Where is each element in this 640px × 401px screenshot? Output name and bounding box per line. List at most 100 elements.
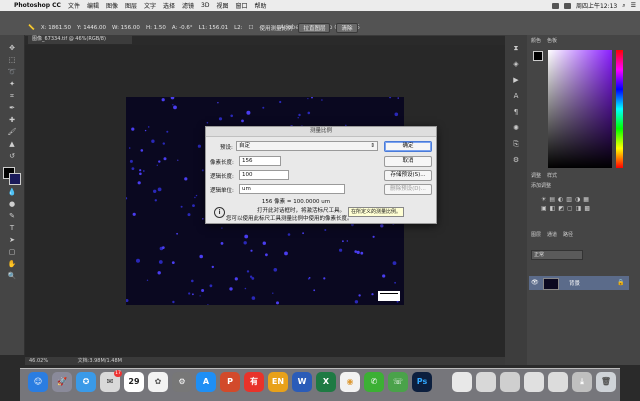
pen-tool-icon[interactable]: ✎ (4, 211, 20, 221)
logical-units-input[interactable]: um (239, 184, 345, 194)
photoshop-icon[interactable]: Ps (412, 372, 432, 392)
move-tool-icon[interactable]: ✥ (4, 43, 20, 53)
speckle (218, 117, 223, 121)
finder-icon[interactable]: ☺ (28, 372, 48, 392)
save-preset-button[interactable]: 存储预设(S)... (384, 170, 432, 181)
menu-edit[interactable]: 编辑 (87, 1, 99, 10)
eye-icon[interactable]: 👁 (531, 279, 539, 286)
history-panel-icon[interactable]: ⧗ (508, 43, 524, 53)
word-icon[interactable]: W (292, 372, 312, 392)
youdao-icon[interactable]: 有 (244, 372, 264, 392)
history-brush-tool-icon[interactable]: ↺ (4, 151, 20, 161)
dock-window-thumb-5[interactable] (548, 372, 568, 392)
zoom-tool-icon[interactable]: 🔍 (4, 271, 20, 281)
menubar-clock[interactable]: 周四上午12:13 (576, 1, 617, 10)
tab-color[interactable]: 颜色 (531, 37, 541, 45)
calendar-icon[interactable]: 29 (124, 372, 144, 392)
adjustment-icons-grid[interactable]: ☀▤◐▥◑▦ ▣◧◩▢◨▩ (541, 195, 611, 223)
actions-panel-icon[interactable]: ▶ (508, 75, 524, 85)
cancel-button[interactable]: 取消 (384, 156, 432, 167)
background-color-swatch[interactable] (9, 173, 21, 185)
menu-filter[interactable]: 滤镜 (182, 1, 194, 10)
zoom-level[interactable]: 46.02% (29, 358, 48, 364)
tool-presets-panel-icon[interactable]: ⚙ (508, 155, 524, 165)
clear-button[interactable]: 清除 (336, 23, 358, 33)
type-tool-icon[interactable]: T (4, 223, 20, 233)
trash-icon[interactable]: 🗑 (596, 372, 616, 392)
tab-styles[interactable]: 样式 (547, 172, 557, 180)
marquee-tool-icon[interactable]: ⬚ (4, 55, 20, 65)
powerpoint-icon[interactable]: P (220, 372, 240, 392)
dock-window-thumb-2[interactable] (476, 372, 496, 392)
dodge-tool-icon[interactable]: ● (4, 199, 20, 209)
blend-mode-select[interactable]: 正常 (531, 250, 583, 260)
lasso-tool-icon[interactable]: ➰ (4, 67, 20, 77)
properties-panel-icon[interactable]: ◈ (508, 59, 524, 69)
crop-tool-icon[interactable]: ⌗ (4, 91, 20, 101)
healing-brush-tool-icon[interactable]: ✚ (4, 115, 20, 125)
readout-l1: L1: 156.01 (198, 25, 229, 31)
photos-icon[interactable]: ✿ (148, 372, 168, 392)
hue-slider[interactable] (616, 50, 623, 168)
excel-icon[interactable]: X (316, 372, 336, 392)
brush-panel-icon[interactable]: ✺ (508, 123, 524, 133)
ok-button[interactable]: 确定 (384, 141, 432, 152)
preset-select[interactable]: 自定 ⇕ (236, 141, 378, 151)
clone-source-panel-icon[interactable]: ⎘ (508, 139, 524, 149)
menu-select[interactable]: 选择 (163, 1, 175, 10)
color-picker-field[interactable] (548, 50, 612, 168)
menu-help[interactable]: 帮助 (255, 1, 267, 10)
app-store-icon[interactable]: A (196, 372, 216, 392)
tab-paths[interactable]: 路径 (563, 231, 573, 239)
menu-layer[interactable]: 图层 (125, 1, 137, 10)
en-dictionary-icon[interactable]: EN (268, 372, 288, 392)
pixel-length-input[interactable]: 156 (239, 156, 281, 166)
wechat-icon[interactable]: ✆ (364, 372, 384, 392)
panel-icon-strip: ⧗ ◈ ▶ A ¶ ✺ ⎘ ⚙ (505, 35, 527, 365)
logical-length-input[interactable]: 100 (239, 170, 289, 180)
straighten-layer-button[interactable]: 拉直图层 (298, 23, 331, 33)
eyedropper-tool-icon[interactable]: ✒ (4, 103, 20, 113)
character-panel-icon[interactable]: A (508, 91, 524, 101)
document-tab[interactable]: 图像_67334.tif @ 46%(RGB/8) (28, 35, 132, 44)
menu-file[interactable]: 文件 (68, 1, 80, 10)
menu-type[interactable]: 文字 (144, 1, 156, 10)
menu-view[interactable]: 视图 (216, 1, 228, 10)
battery-icon[interactable] (563, 2, 571, 9)
brush-tool-icon[interactable]: 🖌 (4, 127, 20, 137)
menu-3d[interactable]: 3D (201, 2, 209, 9)
dock-window-thumb-1[interactable] (452, 372, 472, 392)
speckle (137, 181, 141, 185)
blur-tool-icon[interactable]: 💧 (4, 187, 20, 197)
tab-adjustments[interactable]: 调整 (531, 172, 541, 180)
messages-icon[interactable]: ☏ (388, 372, 408, 392)
launchpad-icon[interactable]: 🚀 (52, 372, 72, 392)
delete-preset-button[interactable]: 删除预设(D)... (384, 184, 432, 195)
menu-list-icon[interactable]: ☰ (631, 2, 636, 9)
measure-scale-checkbox[interactable]: ☐ (249, 25, 254, 31)
mail-badge: 17 (114, 370, 122, 377)
tab-channels[interactable]: 通道 (547, 231, 557, 239)
color-foreground-chip[interactable] (533, 51, 543, 61)
wifi-icon[interactable] (551, 2, 559, 9)
safari-icon[interactable]: ✪ (76, 372, 96, 392)
menu-window[interactable]: 窗口 (236, 1, 248, 10)
shape-tool-icon[interactable]: ▢ (4, 247, 20, 257)
readout-y: Y: 1446.00 (76, 25, 106, 31)
dock-window-thumb-4[interactable] (524, 372, 544, 392)
search-icon[interactable]: ⌕ (622, 2, 625, 10)
hand-tool-icon[interactable]: ✋ (4, 259, 20, 269)
magic-wand-tool-icon[interactable]: ✦ (4, 79, 20, 89)
paragraph-panel-icon[interactable]: ¶ (508, 107, 524, 117)
tab-swatches[interactable]: 色板 (547, 37, 557, 45)
chrome-icon[interactable]: ◉ (340, 372, 360, 392)
tab-layers[interactable]: 图层 (531, 231, 541, 239)
clone-stamp-tool-icon[interactable]: ▲ (4, 139, 20, 149)
downloads-icon[interactable]: ⤓ (572, 372, 592, 392)
app-menu[interactable]: Photoshop CC (14, 2, 61, 9)
system-preferences-icon[interactable]: ⚙ (172, 372, 192, 392)
dock-window-thumb-3[interactable] (500, 372, 520, 392)
menu-image[interactable]: 图像 (106, 1, 118, 10)
ruler-tool-icon[interactable]: 📏 (28, 25, 35, 31)
path-selection-tool-icon[interactable]: ➤ (4, 235, 20, 245)
